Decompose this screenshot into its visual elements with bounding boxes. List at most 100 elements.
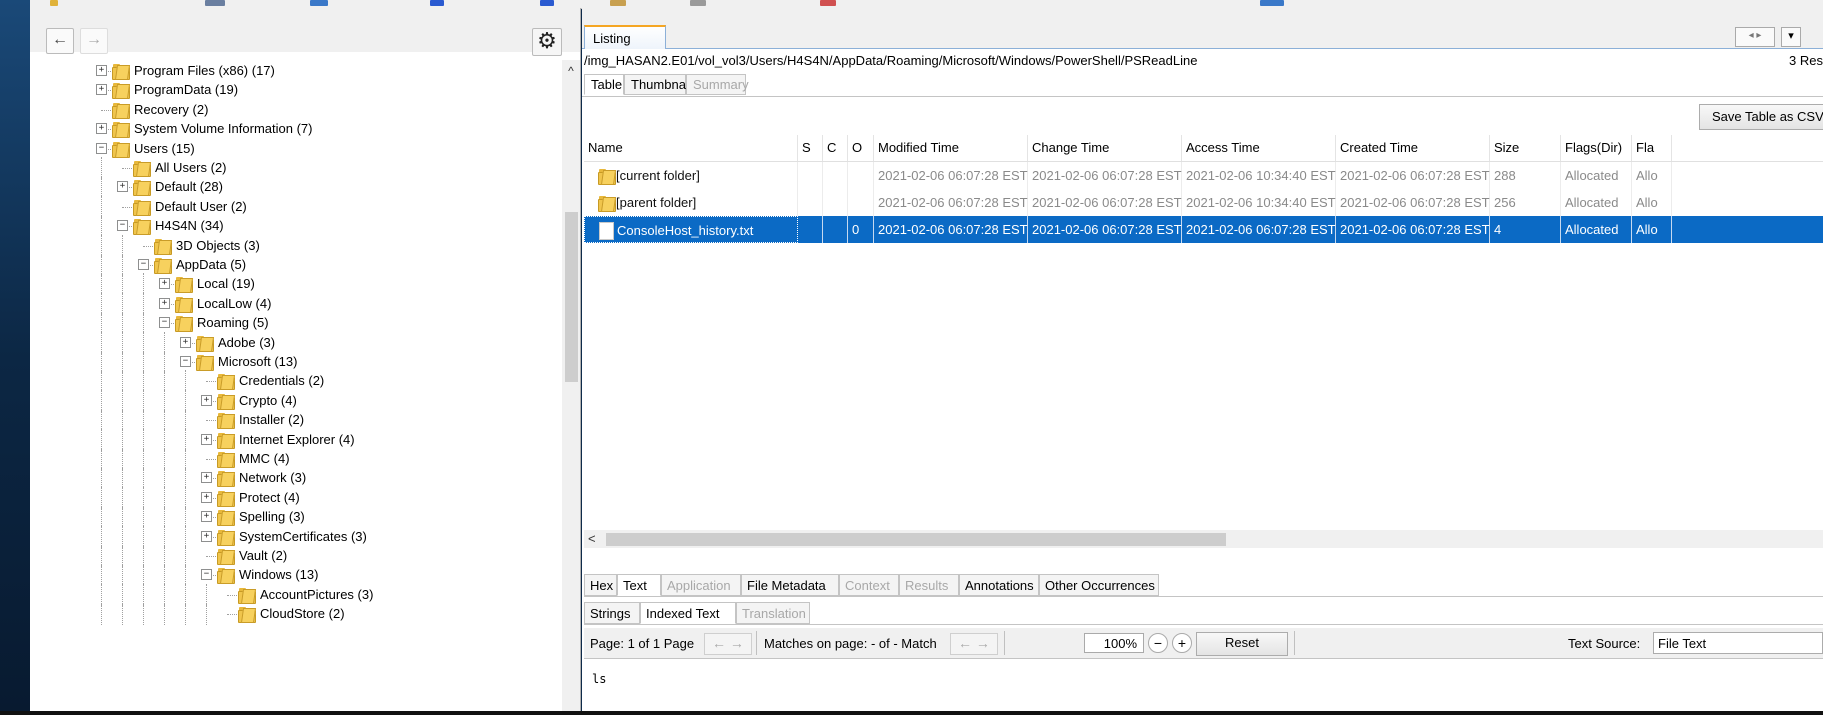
- text-content-area[interactable]: ls: [584, 659, 1823, 711]
- tab-other-occurrences[interactable]: Other Occurrences: [1039, 574, 1159, 596]
- zoom-in-icon[interactable]: +: [1172, 633, 1192, 653]
- tree-node-label: AppData (5): [176, 257, 247, 272]
- folder-icon: [217, 372, 236, 391]
- tab-indexed-text[interactable]: Indexed Text: [640, 602, 736, 624]
- table-horizontal-scrollbar[interactable]: <: [584, 530, 1823, 548]
- column-header[interactable]: Size: [1490, 135, 1561, 161]
- table-row[interactable]: ConsoleHost_history.txt 0 2021-02-06 06:07…: [584, 216, 1823, 243]
- expand-icon[interactable]: +: [201, 511, 212, 523]
- collapse-icon[interactable]: −: [159, 317, 170, 329]
- expand-icon[interactable]: +: [96, 84, 107, 96]
- tab-summary[interactable]: Summary: [686, 74, 749, 95]
- folder-icon: [217, 392, 236, 410]
- scroll-thumb[interactable]: [565, 212, 578, 382]
- column-header[interactable]: S: [798, 135, 823, 161]
- expand-icon[interactable]: +: [159, 278, 170, 290]
- column-header[interactable]: Change Time: [1028, 135, 1182, 161]
- table-row[interactable]: [parent folder] 2021-02-06 06:07:28 EST 20…: [584, 189, 1823, 216]
- folder-icon: [217, 469, 236, 488]
- column-header[interactable]: Modified Time: [874, 135, 1028, 161]
- tab-file-metadata[interactable]: File Metadata: [741, 574, 839, 596]
- folder-icon: [217, 566, 236, 585]
- tab-hex[interactable]: Hex: [584, 574, 617, 596]
- page-nav-arrows-icon[interactable]: ← →: [704, 633, 752, 655]
- column-header[interactable]: Fla: [1632, 135, 1672, 161]
- tree-node[interactable]: CloudStore (2): [30, 603, 550, 626]
- collapse-icon[interactable]: −: [201, 569, 212, 581]
- expand-icon[interactable]: +: [201, 530, 212, 542]
- directory-tree[interactable]: + Program Files (x86) (17) + ProgramData (1…: [30, 60, 560, 711]
- match-nav-arrows-icon[interactable]: ← →: [950, 633, 998, 655]
- results-count: 3 Res: [1789, 53, 1823, 68]
- table-cell-name: [current folder]: [584, 162, 798, 189]
- tab-annotations[interactable]: Annotations: [959, 574, 1039, 596]
- expand-icon[interactable]: +: [180, 336, 191, 348]
- tree-node-label: H4S4N (34): [155, 218, 224, 234]
- tree-vertical-scrollbar[interactable]: ^: [562, 60, 580, 711]
- column-header[interactable]: Access Time: [1182, 135, 1336, 161]
- expand-icon[interactable]: +: [96, 65, 107, 76]
- expand-icon[interactable]: +: [96, 123, 107, 135]
- table-cell-created: 2021-02-06 06:07:28 EST: [1336, 189, 1490, 216]
- expand-icon[interactable]: +: [117, 181, 128, 193]
- tree-node-label: Internet Explorer (4): [239, 431, 355, 447]
- tab-application[interactable]: Application: [661, 574, 741, 596]
- expand-icon[interactable]: +: [201, 472, 212, 484]
- table-cell-flags-dir: Allocated: [1561, 216, 1632, 243]
- tree-node-label: Adobe (3): [218, 334, 276, 350]
- column-header[interactable]: Flags(Dir): [1561, 135, 1632, 161]
- tab-strings[interactable]: Strings: [584, 602, 640, 624]
- text-content: ls: [592, 672, 607, 686]
- tree-node-label: Users (15): [134, 140, 195, 156]
- folder-icon: [217, 547, 236, 565]
- table-cell-c: [823, 216, 848, 243]
- tree-node-label: LocalLow (4): [197, 295, 272, 311]
- collapse-icon[interactable]: −: [138, 259, 149, 270]
- tab-table[interactable]: Table: [584, 74, 624, 95]
- tab-results[interactable]: Results: [899, 574, 959, 596]
- table-cell-c: [823, 162, 848, 189]
- expand-icon[interactable]: +: [159, 297, 170, 309]
- table-cell-c: [823, 189, 848, 216]
- settings-gear-icon[interactable]: ⚙: [532, 28, 562, 56]
- collapse-icon[interactable]: −: [96, 142, 107, 154]
- tree-node-label: Credentials (2): [239, 373, 325, 389]
- tab-translation[interactable]: Translation: [736, 602, 810, 624]
- tab-text[interactable]: Text: [617, 574, 661, 596]
- expand-icon[interactable]: +: [201, 394, 212, 406]
- table-cell-flags-meta: Allo: [1632, 162, 1672, 189]
- tab-thumbnail[interactable]: Thumbnail: [624, 74, 692, 95]
- folder-icon: [217, 489, 236, 507]
- hscroll-thumb[interactable]: [606, 533, 1226, 546]
- table-cell-size: 4: [1490, 216, 1561, 243]
- tab-list-dropdown-icon[interactable]: ▾: [1781, 27, 1801, 47]
- scroll-left-arrow-icon[interactable]: <: [588, 531, 596, 546]
- expand-icon[interactable]: +: [201, 433, 212, 445]
- column-header[interactable]: Name: [584, 135, 798, 161]
- column-header[interactable]: Created Time: [1336, 135, 1490, 161]
- page-indicator: Page: 1 of 1 Page: [590, 636, 695, 651]
- tree-node-label: Roaming (5): [197, 315, 269, 331]
- zoom-out-icon[interactable]: −: [1148, 633, 1168, 653]
- reset-zoom-button[interactable]: Reset: [1196, 632, 1288, 656]
- text-source-select[interactable]: File Text: [1653, 632, 1823, 654]
- forward-button[interactable]: →: [80, 28, 108, 54]
- column-header[interactable]: O: [848, 135, 874, 161]
- column-header[interactable]: C: [823, 135, 848, 161]
- folder-icon: [217, 528, 236, 546]
- collapse-icon[interactable]: −: [117, 220, 128, 232]
- folder-icon: [112, 62, 131, 80]
- zoom-level[interactable]: 100%: [1084, 633, 1144, 653]
- scroll-up-arrow-icon[interactable]: ^: [564, 64, 578, 78]
- back-button[interactable]: ←: [46, 28, 74, 54]
- table-cell-modified: 2021-02-06 06:07:28 EST: [874, 189, 1028, 216]
- tab-context[interactable]: Context: [839, 574, 899, 596]
- expand-icon[interactable]: +: [201, 491, 212, 503]
- table-row[interactable]: [current folder] 2021-02-06 06:07:28 EST 2…: [584, 162, 1823, 189]
- tab-listing[interactable]: Listing: [584, 25, 666, 49]
- save-table-csv-button[interactable]: Save Table as CSV: [1699, 104, 1823, 130]
- table-cell-created: 2021-02-06 06:07:28 EST: [1336, 162, 1490, 189]
- collapse-icon[interactable]: −: [180, 356, 191, 367]
- folder-icon: [154, 256, 173, 274]
- tab-scroll-arrows-icon[interactable]: ◂ ▸: [1735, 27, 1775, 47]
